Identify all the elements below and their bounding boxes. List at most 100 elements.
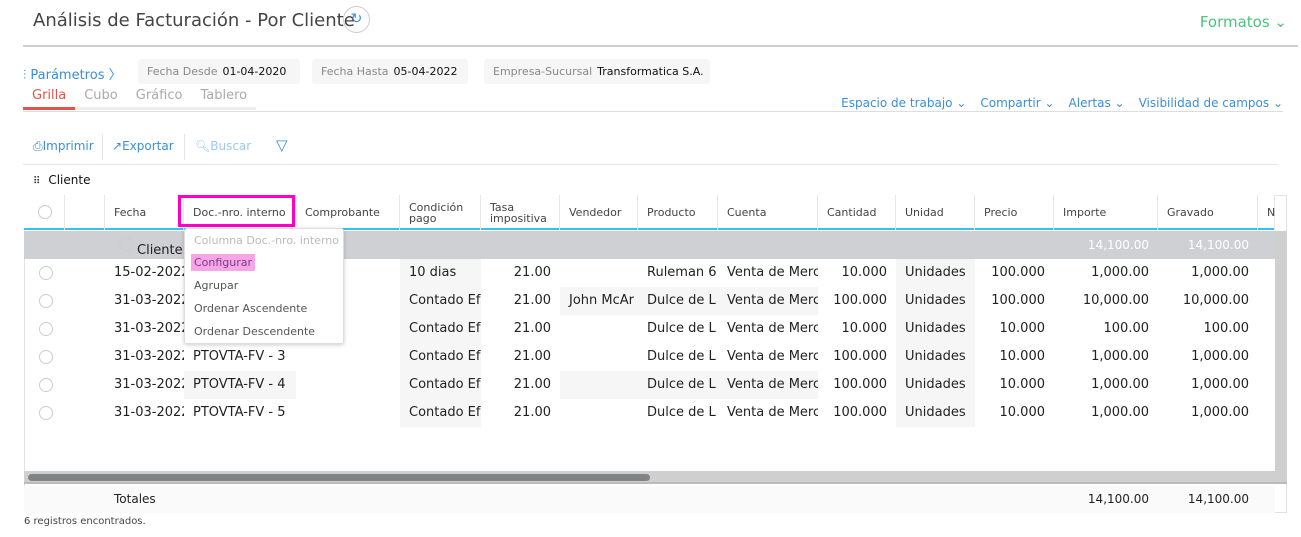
param-fecha-desde[interactable]: Fecha Desde 01-04-2020 xyxy=(138,59,300,84)
compartir-menu[interactable]: Compartir ⌄ xyxy=(980,96,1054,110)
table-cell: 1,000.00 xyxy=(1191,349,1249,364)
table-cell: 100.000 xyxy=(833,405,887,420)
table-cell xyxy=(560,343,638,371)
search-button[interactable]: 🔍︎Buscar xyxy=(195,139,251,153)
table-cell: Contado Ef xyxy=(400,371,481,399)
table-cell: 10,000.00 xyxy=(1082,293,1149,308)
row-radio[interactable] xyxy=(39,350,53,364)
column-header[interactable]: Condición pago xyxy=(400,195,481,230)
sliders-icon: ⫶ xyxy=(23,68,27,83)
table-cell: Contado Ef xyxy=(400,343,481,371)
table-cell: 100.000 xyxy=(833,349,887,364)
table-cell: 21.00 xyxy=(513,293,551,308)
table-cell: PTOVTA-FV - 3 xyxy=(193,349,286,364)
menu-item-configurar[interactable]: Configurar xyxy=(191,254,256,271)
search-label: Buscar xyxy=(210,139,252,153)
table-cell: 10 dias xyxy=(400,259,481,287)
table-row[interactable]: 31-03-2022 PTOVTA-FV - 4 Contado Ef 21.00 Du… xyxy=(24,371,1275,399)
table-cell: Venta de Merc xyxy=(727,405,818,420)
totals-label: Totales xyxy=(114,492,156,506)
table-cell xyxy=(560,399,638,427)
column-highlight xyxy=(178,195,295,227)
column-context-menu: Columna Doc.-nro. interno Configurar Agr… xyxy=(184,228,344,344)
column-header[interactable]: Comprobante xyxy=(296,195,400,230)
row-radio[interactable] xyxy=(39,406,53,420)
group-by-chip[interactable]: ⠿ Cliente xyxy=(33,173,90,187)
row-radio[interactable] xyxy=(39,294,53,308)
table-cell: Unidades xyxy=(896,287,975,315)
divider xyxy=(102,134,103,160)
print-label: Imprimir xyxy=(42,139,94,153)
filter-icon[interactable]: ▽ xyxy=(276,136,288,154)
param-label: Empresa-Sucursal xyxy=(493,65,593,78)
blank-header xyxy=(65,195,105,230)
row-radio[interactable] xyxy=(39,378,53,392)
row-radio[interactable] xyxy=(39,266,53,280)
param-fecha-hasta[interactable]: Fecha Hasta 05-04-2022 xyxy=(312,59,468,84)
refresh-icon[interactable]: ↻ xyxy=(343,6,370,33)
table-cell: 15-02-2022 xyxy=(114,265,184,280)
column-header[interactable]: Fecha xyxy=(105,195,184,230)
tab-tablero[interactable]: Tablero xyxy=(191,88,257,110)
print-button[interactable]: ⎙Imprimir xyxy=(33,139,94,154)
column-header[interactable]: Vendedor xyxy=(560,195,638,230)
table-row[interactable]: 31-03-2022 PTOVTA-FV - 3 Contado Ef 21.00 Du… xyxy=(24,343,1275,371)
table-cell: Unidades xyxy=(896,259,975,287)
table-cell xyxy=(296,399,400,427)
horizontal-scrollbar-thumb[interactable] xyxy=(28,474,650,481)
view-tabs: Grilla Cubo Gráfico Tablero xyxy=(23,88,257,110)
parametros-toggle[interactable]: ⫶ Parámetros 〉 xyxy=(23,64,122,83)
table-cell: 21.00 xyxy=(513,405,551,420)
column-header[interactable]: Gravado xyxy=(1158,195,1258,230)
table-cell: 100.000 xyxy=(991,293,1045,308)
table-cell: Unidades xyxy=(896,371,975,399)
page-title: Análisis de Facturación - Por Cliente xyxy=(33,10,355,31)
table-cell: Dulce de L xyxy=(638,287,718,315)
column-header[interactable]: Producto xyxy=(638,195,718,230)
drag-grid-icon: ⠿ xyxy=(33,176,41,187)
visibilidad-campos-menu[interactable]: Visibilidad de campos ⌄ xyxy=(1139,96,1283,110)
table-cell: Venta de Merc xyxy=(727,349,818,364)
table-cell: 10.000 xyxy=(841,265,888,280)
table-cell: Venta de Merc xyxy=(727,321,818,336)
row-radio[interactable] xyxy=(39,322,53,336)
table-cell: John McAr xyxy=(560,287,638,315)
table-cell xyxy=(560,371,638,399)
formatos-dropdown[interactable]: Formatos ⌄ xyxy=(1200,13,1287,31)
column-header[interactable]: Cuenta xyxy=(718,195,818,230)
tab-cubo[interactable]: Cubo xyxy=(75,88,127,110)
column-header[interactable]: Importe xyxy=(1054,195,1158,230)
table-cell: 31-03-2022 xyxy=(114,293,184,308)
divider xyxy=(23,164,1278,165)
table-row[interactable]: 31-03-2022 PTOVTA-FV - 5 Contado Ef 21.00 Du… xyxy=(24,399,1275,427)
menu-item-ordenar-asc[interactable]: Ordenar Ascendente xyxy=(191,300,310,317)
column-header[interactable]: Unidad xyxy=(896,195,975,230)
table-cell: 10.000 xyxy=(999,321,1046,336)
alertas-menu[interactable]: Alertas ⌄ xyxy=(1069,96,1125,110)
column-header[interactable]: Cantidad xyxy=(818,195,896,230)
select-all-radio[interactable] xyxy=(38,205,52,219)
menu-item-ordenar-desc[interactable]: Ordenar Descendente xyxy=(191,323,318,340)
table-cell: Dulce de L xyxy=(638,371,718,399)
search-icon: 🔍︎ xyxy=(195,139,211,153)
table-cell xyxy=(296,343,400,371)
column-header[interactable]: Precio xyxy=(975,195,1054,230)
column-header[interactable]: N xyxy=(1258,195,1275,230)
table-cell: 10.000 xyxy=(999,377,1046,392)
table-cell: 31-03-2022 xyxy=(114,405,184,420)
vertical-scrollbar[interactable] xyxy=(1275,231,1287,471)
tab-grilla[interactable]: Grilla xyxy=(23,88,76,110)
espacio-trabajo-menu[interactable]: Espacio de trabajo ⌄ xyxy=(841,96,966,110)
table-cell: Ruleman 6 xyxy=(647,265,717,280)
select-all-header[interactable] xyxy=(24,195,65,230)
param-empresa[interactable]: Empresa-Sucursal Transformatica S.A. xyxy=(484,59,710,84)
tab-grafico[interactable]: Gráfico xyxy=(126,88,192,110)
menu-item-agrupar[interactable]: Agrupar xyxy=(191,277,241,294)
table-cell: Venta de Merc xyxy=(718,371,818,399)
export-button[interactable]: ↗Exportar xyxy=(112,139,174,153)
table-cell: Dulce de L xyxy=(647,405,716,420)
record-count: 6 registros encontrados. xyxy=(24,516,146,527)
table-cell: 100.00 xyxy=(1103,321,1150,336)
table-cell: 1,000.00 xyxy=(1191,265,1249,280)
column-header[interactable]: Tasa impositiva xyxy=(481,195,560,230)
